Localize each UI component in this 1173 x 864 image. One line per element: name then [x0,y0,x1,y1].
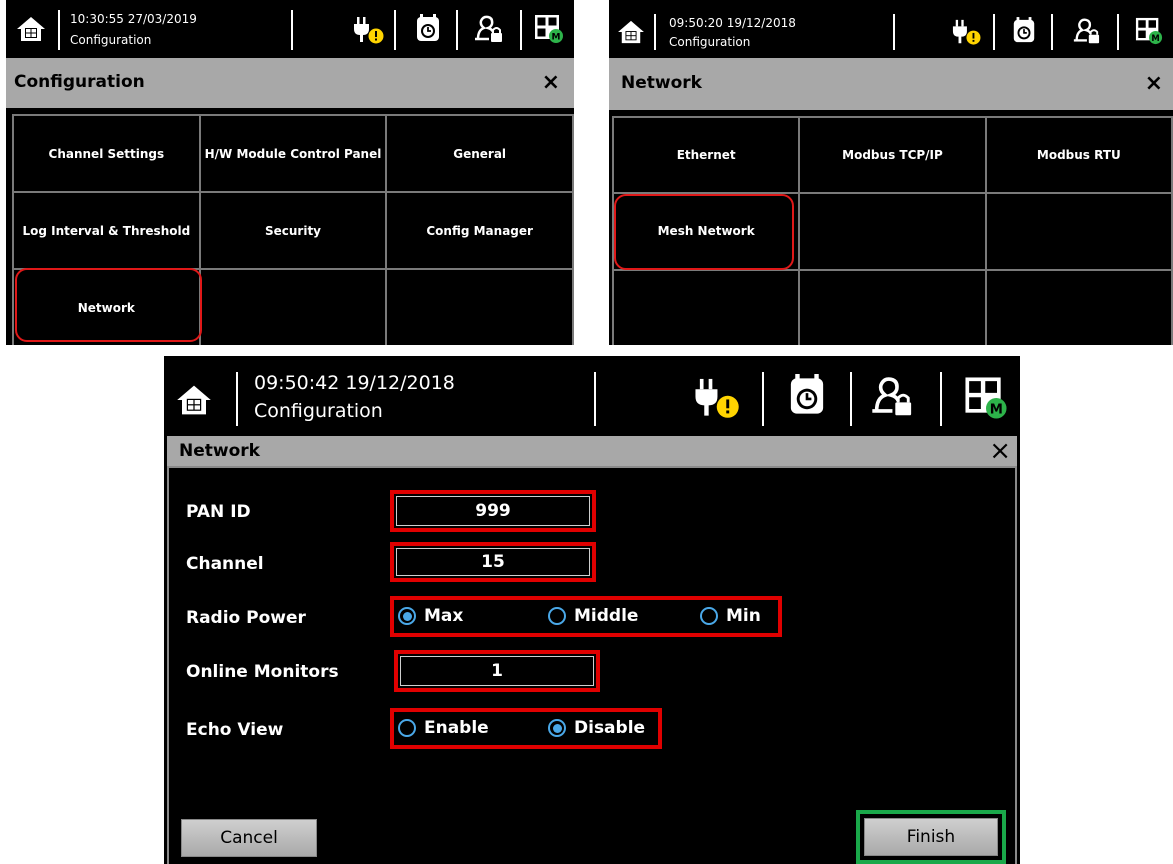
separator [594,372,596,426]
section-title: Configuration [14,72,145,92]
power-plug-warning-icon[interactable] [951,18,981,46]
config-menu-grid: Channel Settings H/W Module Control Pane… [12,114,574,345]
close-icon[interactable]: × [542,70,560,95]
power-plug-warning-icon[interactable] [692,376,740,420]
home-icon[interactable] [16,16,46,42]
module-mesh-icon[interactable]: M [1135,17,1163,45]
close-icon[interactable]: × [989,436,1011,466]
separator [520,10,522,50]
alarm-clock-icon[interactable] [414,14,442,44]
svg-text:M: M [990,402,1003,417]
online-monitors-label: Online Monitors [186,662,339,682]
network-menu-grid: Ethernet Modbus TCP/IP Modbus RTU Mesh N… [612,116,1173,345]
menu-log-interval-threshold[interactable]: Log Interval & Threshold [13,192,200,269]
separator [291,10,293,50]
menu-empty [613,269,800,345]
menu-empty [985,269,1172,345]
power-plug-warning-icon[interactable] [352,15,384,45]
channel-field[interactable]: 15 [396,548,590,576]
menu-empty [799,193,986,270]
header-page: Configuration [669,35,751,49]
separator [58,10,60,50]
radio-power-label: Radio Power [186,608,306,628]
alarm-clock-icon[interactable] [1011,17,1037,45]
separator [654,14,656,50]
echo-view-enable-label: Enable [424,718,489,738]
header-time: 09:50:20 19/12/2018 [669,16,796,30]
menu-security[interactable]: Security [199,192,387,269]
separator [1117,14,1119,50]
network-menu-screen: 09:50:20 19/12/2018 Configuration M Netw… [609,0,1173,345]
header-bar: 10:30:55 27/03/2019 Configuration M [6,0,574,58]
menu-ethernet[interactable]: Ethernet [613,117,800,194]
radio-power-middle-label: Middle [574,606,639,626]
user-lock-icon[interactable] [868,376,914,420]
menu-config-manager[interactable]: Config Manager [386,192,573,269]
network-form-screen: 09:50:42 19/12/2018 Configuration M Netw… [164,356,1020,864]
separator [993,14,995,50]
header-page: Configuration [70,33,152,47]
configuration-screen: 10:30:55 27/03/2019 Configuration M Conf… [6,0,574,345]
separator [236,372,238,426]
svg-text:M: M [552,33,561,43]
echo-view-disable[interactable]: Disable [548,718,645,738]
separator [893,14,895,50]
radio-power-middle[interactable]: Middle [548,606,638,626]
user-lock-icon[interactable] [472,15,504,45]
svg-text:M: M [1151,33,1159,43]
menu-empty [386,269,573,345]
user-lock-icon[interactable] [1071,18,1101,46]
section-title-bar: Network × [167,436,1017,466]
menu-mesh-network[interactable]: Mesh Network [613,193,800,270]
echo-view-label: Echo View [186,720,284,740]
echo-view-enable[interactable]: Enable [398,718,489,738]
separator [850,372,852,426]
channel-label: Channel [186,554,264,574]
radio-unselected-icon [398,719,416,737]
radio-power-max-label: Max [424,606,464,626]
menu-general[interactable]: General [386,115,573,192]
header-bar: 09:50:20 19/12/2018 Configuration M [609,0,1173,58]
menu-modbus-rtu[interactable]: Modbus RTU [985,117,1172,194]
menu-empty [199,269,387,345]
pan-id-field[interactable]: 999 [396,496,590,526]
separator [1051,14,1053,50]
menu-channel-settings[interactable]: Channel Settings [13,115,200,192]
section-title-bar: Configuration × [6,58,574,108]
header-bar: 09:50:42 19/12/2018 Configuration M [164,356,1020,436]
radio-selected-icon [548,719,566,737]
radio-unselected-icon [700,607,718,625]
menu-hw-module-control-panel[interactable]: H/W Module Control Panel [199,115,387,192]
menu-network[interactable]: Network [13,269,200,345]
radio-power-min[interactable]: Min [700,606,761,626]
module-mesh-icon[interactable]: M [534,14,564,44]
alarm-clock-icon[interactable] [786,374,828,418]
header-time: 09:50:42 19/12/2018 [254,372,455,394]
separator [394,10,396,50]
separator [456,10,458,50]
header-time: 10:30:55 27/03/2019 [70,12,197,26]
finish-button[interactable]: Finish [864,818,998,856]
echo-view-disable-label: Disable [574,718,646,738]
pan-id-label: PAN ID [186,502,251,522]
menu-empty [985,193,1172,270]
section-title-bar: Network × [609,58,1173,110]
separator [940,372,942,426]
home-icon[interactable] [176,384,212,416]
module-mesh-icon[interactable]: M [964,376,1008,420]
home-icon[interactable] [617,20,645,44]
section-title: Network [179,441,260,461]
close-icon[interactable]: × [1145,71,1163,96]
radio-selected-icon [398,607,416,625]
section-title: Network [621,73,702,93]
radio-power-min-label: Min [726,606,761,626]
header-page: Configuration [254,400,383,422]
cancel-button[interactable]: Cancel [181,819,317,857]
radio-unselected-icon [548,607,566,625]
menu-empty [799,269,986,345]
radio-power-max[interactable]: Max [398,606,463,626]
menu-modbus-tcp-ip[interactable]: Modbus TCP/IP [799,117,986,194]
separator [762,372,764,426]
online-monitors-field[interactable]: 1 [400,656,594,686]
